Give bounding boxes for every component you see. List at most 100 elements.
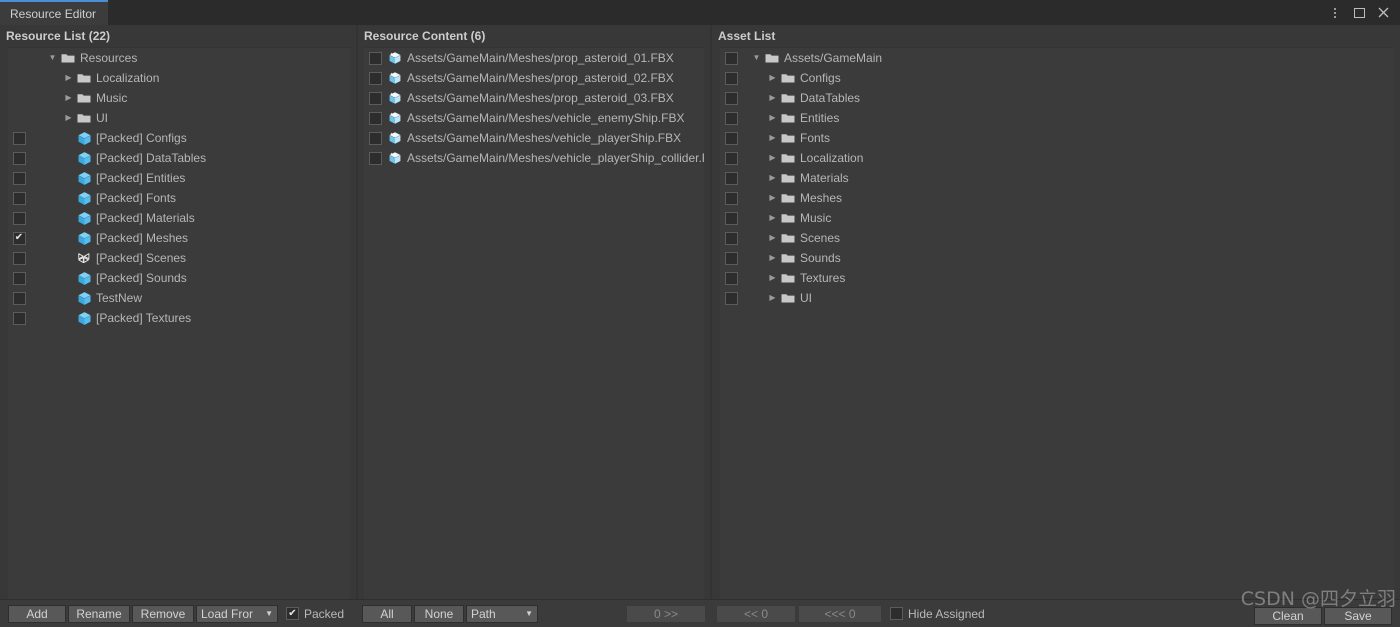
tree-row[interactable]: ▶[Packed] Configs (8, 128, 350, 148)
content-row[interactable]: Assets/GameMain/Meshes/vehicle_playerShi… (364, 128, 704, 148)
tree-row[interactable]: ▶[Packed] Scenes (8, 248, 350, 268)
tree-row[interactable]: ▼ Assets/GameMain (720, 48, 1394, 68)
row-checkbox[interactable] (368, 151, 382, 165)
hide-assigned-checkbox[interactable] (890, 607, 903, 620)
content-row[interactable]: Assets/GameMain/Meshes/prop_asteroid_03.… (364, 88, 704, 108)
row-checkbox[interactable] (724, 51, 738, 65)
row-checkbox[interactable] (724, 91, 738, 105)
content-row[interactable]: Assets/GameMain/Meshes/prop_asteroid_01.… (364, 48, 704, 68)
row-checkbox[interactable] (368, 91, 382, 105)
row-checkbox-cell[interactable] (8, 131, 30, 145)
row-checkbox-cell[interactable] (720, 51, 742, 65)
row-checkbox[interactable] (724, 231, 738, 245)
tree-row[interactable]: ▶[Packed] Meshes (8, 228, 350, 248)
row-checkbox[interactable] (12, 151, 26, 165)
chevron-right-icon[interactable]: ▶ (766, 234, 779, 242)
chevron-right-icon[interactable]: ▶ (766, 74, 779, 82)
row-checkbox-cell[interactable] (364, 151, 386, 165)
chevron-right-icon[interactable]: ▶ (62, 114, 75, 122)
row-checkbox[interactable] (724, 151, 738, 165)
more-options-icon[interactable] (1324, 2, 1346, 24)
tree-row[interactable]: ▶[Packed] Sounds (8, 268, 350, 288)
row-checkbox-cell[interactable] (720, 151, 742, 165)
tree-row[interactable]: ▶ Configs (720, 68, 1394, 88)
tree-row[interactable]: ▶ UI (720, 288, 1394, 308)
tree-row[interactable]: ▶ Localization (720, 148, 1394, 168)
tab-resource-editor[interactable]: Resource Editor (0, 0, 109, 25)
content-row[interactable]: Assets/GameMain/Meshes/prop_asteroid_02.… (364, 68, 704, 88)
row-checkbox-cell[interactable] (8, 251, 30, 265)
row-checkbox[interactable] (724, 131, 738, 145)
row-checkbox-cell[interactable] (8, 151, 30, 165)
row-checkbox[interactable] (724, 271, 738, 285)
assign-button[interactable]: 0 >> (626, 604, 706, 623)
row-checkbox[interactable] (12, 131, 26, 145)
row-checkbox[interactable] (724, 191, 738, 205)
row-checkbox-cell[interactable] (720, 191, 742, 205)
chevron-right-icon[interactable]: ▶ (766, 154, 779, 162)
content-row[interactable]: Assets/GameMain/Meshes/vehicle_enemyShip… (364, 108, 704, 128)
row-checkbox[interactable] (12, 191, 26, 205)
clean-button[interactable]: Clean (1254, 607, 1322, 625)
tree-row[interactable]: ▶ Materials (720, 168, 1394, 188)
select-none-button[interactable]: None (414, 604, 464, 623)
row-checkbox-cell[interactable] (720, 271, 742, 285)
row-checkbox-cell[interactable] (720, 171, 742, 185)
row-checkbox-cell[interactable] (364, 91, 386, 105)
chevron-down-icon[interactable]: ▼ (46, 54, 59, 62)
row-checkbox-cell[interactable] (720, 71, 742, 85)
row-checkbox[interactable] (368, 111, 382, 125)
row-checkbox-cell[interactable] (8, 311, 30, 325)
close-icon[interactable] (1372, 2, 1394, 24)
chevron-right-icon[interactable]: ▶ (766, 174, 779, 182)
row-checkbox[interactable] (12, 271, 26, 285)
hide-assigned-checkbox-row[interactable]: Hide Assigned (890, 607, 985, 621)
rename-button[interactable]: Rename (68, 604, 130, 623)
unassign-button[interactable]: << 0 (716, 604, 796, 623)
remove-button[interactable]: Remove (132, 604, 194, 623)
tree-row[interactable]: ▶ Entities (720, 108, 1394, 128)
tree-row[interactable]: ▶ Scenes (720, 228, 1394, 248)
tree-row[interactable]: ▼ Resources (8, 48, 350, 68)
row-checkbox-cell[interactable] (364, 71, 386, 85)
row-checkbox[interactable] (12, 211, 26, 225)
tree-row[interactable]: ▶ Music (720, 208, 1394, 228)
row-checkbox[interactable] (368, 71, 382, 85)
row-checkbox-cell[interactable] (8, 231, 30, 245)
chevron-right-icon[interactable]: ▶ (766, 294, 779, 302)
save-button[interactable]: Save (1324, 607, 1392, 625)
chevron-right-icon[interactable]: ▶ (766, 214, 779, 222)
row-checkbox[interactable] (12, 251, 26, 265)
tree-row[interactable]: ▶ Music (8, 88, 350, 108)
row-checkbox-cell[interactable] (8, 191, 30, 205)
row-checkbox[interactable] (724, 251, 738, 265)
asset-list-tree[interactable]: ▼ Assets/GameMain ▶ Configs ▶ DataTables ▶ Enti… (720, 47, 1394, 599)
row-checkbox-cell[interactable] (720, 231, 742, 245)
row-checkbox-cell[interactable] (720, 91, 742, 105)
path-dropdown[interactable]: Path ▼ (466, 604, 538, 623)
tree-row[interactable]: ▶[Packed] Textures (8, 308, 350, 328)
row-checkbox-cell[interactable] (720, 131, 742, 145)
unassign-all-button[interactable]: <<< 0 (798, 604, 882, 623)
chevron-right-icon[interactable]: ▶ (766, 274, 779, 282)
resource-content-list[interactable]: Assets/GameMain/Meshes/prop_asteroid_01.… (364, 47, 704, 599)
chevron-right-icon[interactable]: ▶ (62, 74, 75, 82)
tree-row[interactable]: ▶ Textures (720, 268, 1394, 288)
row-checkbox-cell[interactable] (720, 111, 742, 125)
resource-list-tree[interactable]: ▼ Resources ▶ Localization ▶ Music ▶ UI ▶[Packed… (8, 47, 350, 599)
add-button[interactable]: Add (8, 604, 66, 623)
row-checkbox-cell[interactable] (364, 131, 386, 145)
tree-row[interactable]: ▶ Sounds (720, 248, 1394, 268)
chevron-right-icon[interactable]: ▶ (766, 114, 779, 122)
row-checkbox-cell[interactable] (720, 211, 742, 225)
row-checkbox-cell[interactable] (364, 51, 386, 65)
chevron-right-icon[interactable]: ▶ (766, 254, 779, 262)
row-checkbox-cell[interactable] (8, 211, 30, 225)
chevron-right-icon[interactable]: ▶ (766, 94, 779, 102)
row-checkbox[interactable] (368, 131, 382, 145)
chevron-right-icon[interactable]: ▶ (766, 134, 779, 142)
tree-row[interactable]: ▶ Meshes (720, 188, 1394, 208)
row-checkbox[interactable] (724, 291, 738, 305)
content-row[interactable]: Assets/GameMain/Meshes/vehicle_playerShi… (364, 148, 704, 168)
tree-row[interactable]: ▶ Fonts (720, 128, 1394, 148)
